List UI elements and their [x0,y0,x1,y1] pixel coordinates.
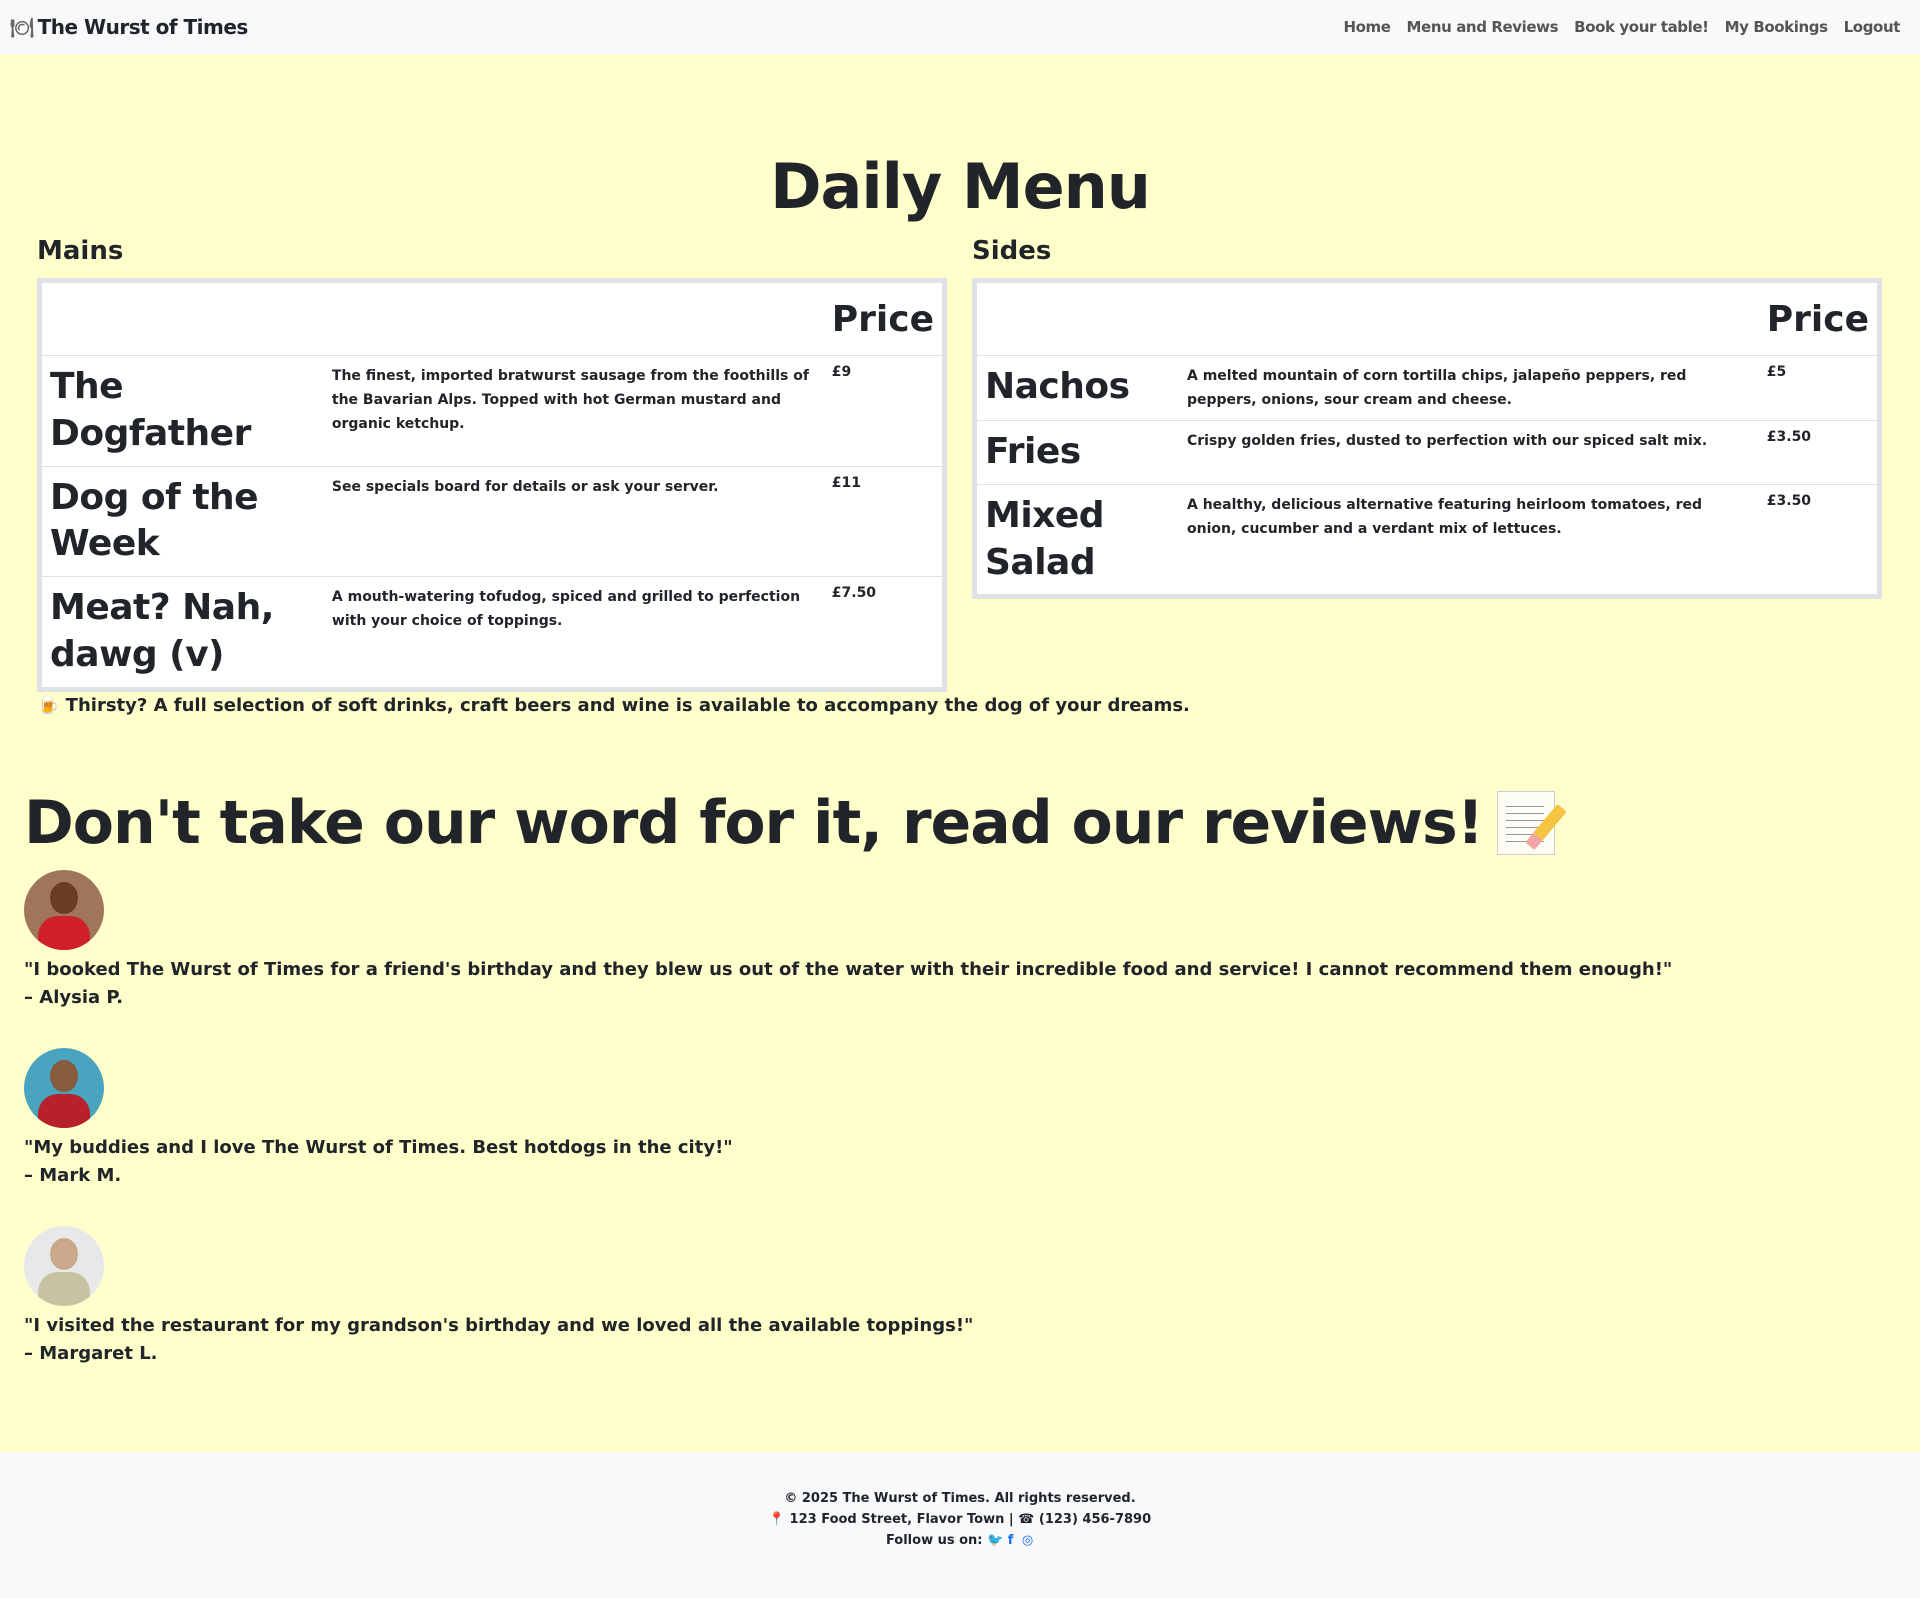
memo-icon [1497,791,1556,855]
review-author: – Mark M. [24,1165,122,1186]
facebook-icon[interactable]: f [1004,1534,1017,1547]
navbar: 🍽 The Wurst of Times Home Menu and Revie… [0,0,1920,54]
table-row: Fries Crispy golden fries, dusted to per… [974,420,1880,485]
review-quote: "I visited the restaurant for my grandso… [24,1315,974,1336]
review-item: "I visited the restaurant for my grandso… [24,1226,973,1368]
table-row: Dog of the Week See specials board for d… [39,466,945,578]
sides-table: Price Nachos A melted mountain of corn t… [972,278,1882,600]
table-row: Meat? Nah, dawg (v) A mouth-watering tof… [40,577,945,690]
nav-logout[interactable]: Logout [1844,18,1901,36]
plate-cutlery-icon: 🍽 [10,16,34,39]
avatar [24,870,104,950]
avatar [24,1226,104,1306]
dish-name: Meat? Nah, dawg (v) [50,587,274,675]
menu-title: Daily Menu [770,150,1151,223]
footer-copyright: © 2025 The Wurst of Times. All rights re… [784,1491,1136,1506]
sides-header-row: Price [974,280,1880,356]
dish-name: Mixed Salad [985,494,1105,583]
nav-menu-and-reviews[interactable]: Menu and Reviews [1407,18,1559,36]
dish-price: £3.50 [1758,420,1880,485]
dish-price: £9 [823,355,945,467]
instagram-icon[interactable]: ◎ [1021,1534,1034,1547]
review-item: "I booked The Wurst of Times for a frien… [24,870,1672,1012]
mains-label: Mains [37,236,124,266]
table-row: The Dogfather The finest, imported bratw… [39,355,945,467]
dish-price: £11 [823,466,945,578]
review-quote: "My buddies and I love The Wurst of Time… [24,1137,733,1158]
dish-description: See specials board for details or ask yo… [323,466,824,578]
dish-price: £5 [1758,355,1880,421]
review-item: "My buddies and I love The Wurst of Time… [24,1048,733,1190]
footer-follow: Follow us on: 🐦 f ◎ [0,1530,1920,1551]
dish-name: Dog of the Week [39,466,324,578]
footer-address: 📍 123 Food Street, Flavor Town | ☎ (123)… [768,1512,1152,1527]
table-row: Mixed Salad A healthy, delicious alterna… [975,484,1880,597]
reviews-title-text: Don't take our word for it, read our rev… [24,788,1484,858]
table-row: Nachos A melted mountain of corn tortill… [974,355,1880,421]
dish-name: Fries [974,420,1179,485]
nav-book-table[interactable]: Book your table! [1574,18,1709,36]
review-quote: "I booked The Wurst of Times for a frien… [24,959,1673,980]
mains-header-row: Price [39,280,945,356]
dish-description: A melted mountain of corn tortilla chips… [1179,355,1759,421]
nav-links: Home Menu and Reviews Book your table! M… [1343,18,1900,36]
dish-description: A mouth-watering tofudog, spiced and gri… [331,589,801,630]
nav-my-bookings[interactable]: My Bookings [1725,18,1828,36]
avatar [24,1048,104,1128]
mains-table: Price The Dogfather The finest, imported… [37,278,947,692]
review-author: – Alysia P. [24,987,124,1008]
social-links: 🐦 f ◎ [987,1534,1034,1547]
sides-label: Sides [972,236,1052,266]
dish-description: The finest, imported bratwurst sausage f… [323,355,824,467]
price-header: Price [823,280,945,356]
review-author: – Margaret L. [24,1343,158,1364]
dish-description: Crispy golden fries, dusted to perfectio… [1179,420,1759,485]
dish-price: £7.50 [831,585,877,602]
dish-description: A healthy, delicious alternative featuri… [1187,496,1703,537]
dish-name: The Dogfather [39,355,324,467]
footer: © 2025 The Wurst of Times. All rights re… [0,1452,1920,1598]
nav-home[interactable]: Home [1343,18,1390,36]
drinks-note: 🍺 Thirsty? A full selection of soft drin… [37,695,1190,716]
dish-name: Nachos [974,355,1179,421]
brand-link[interactable]: 🍽 The Wurst of Times [10,15,248,39]
dish-price: £3.50 [1766,492,1812,509]
brand-name: The Wurst of Times [37,15,249,39]
twitter-icon[interactable]: 🐦 [987,1534,1003,1547]
reviews-title: Don't take our word for it, read our rev… [24,788,1556,858]
follow-label: Follow us on: [885,1533,983,1548]
price-header: Price [1758,280,1880,356]
